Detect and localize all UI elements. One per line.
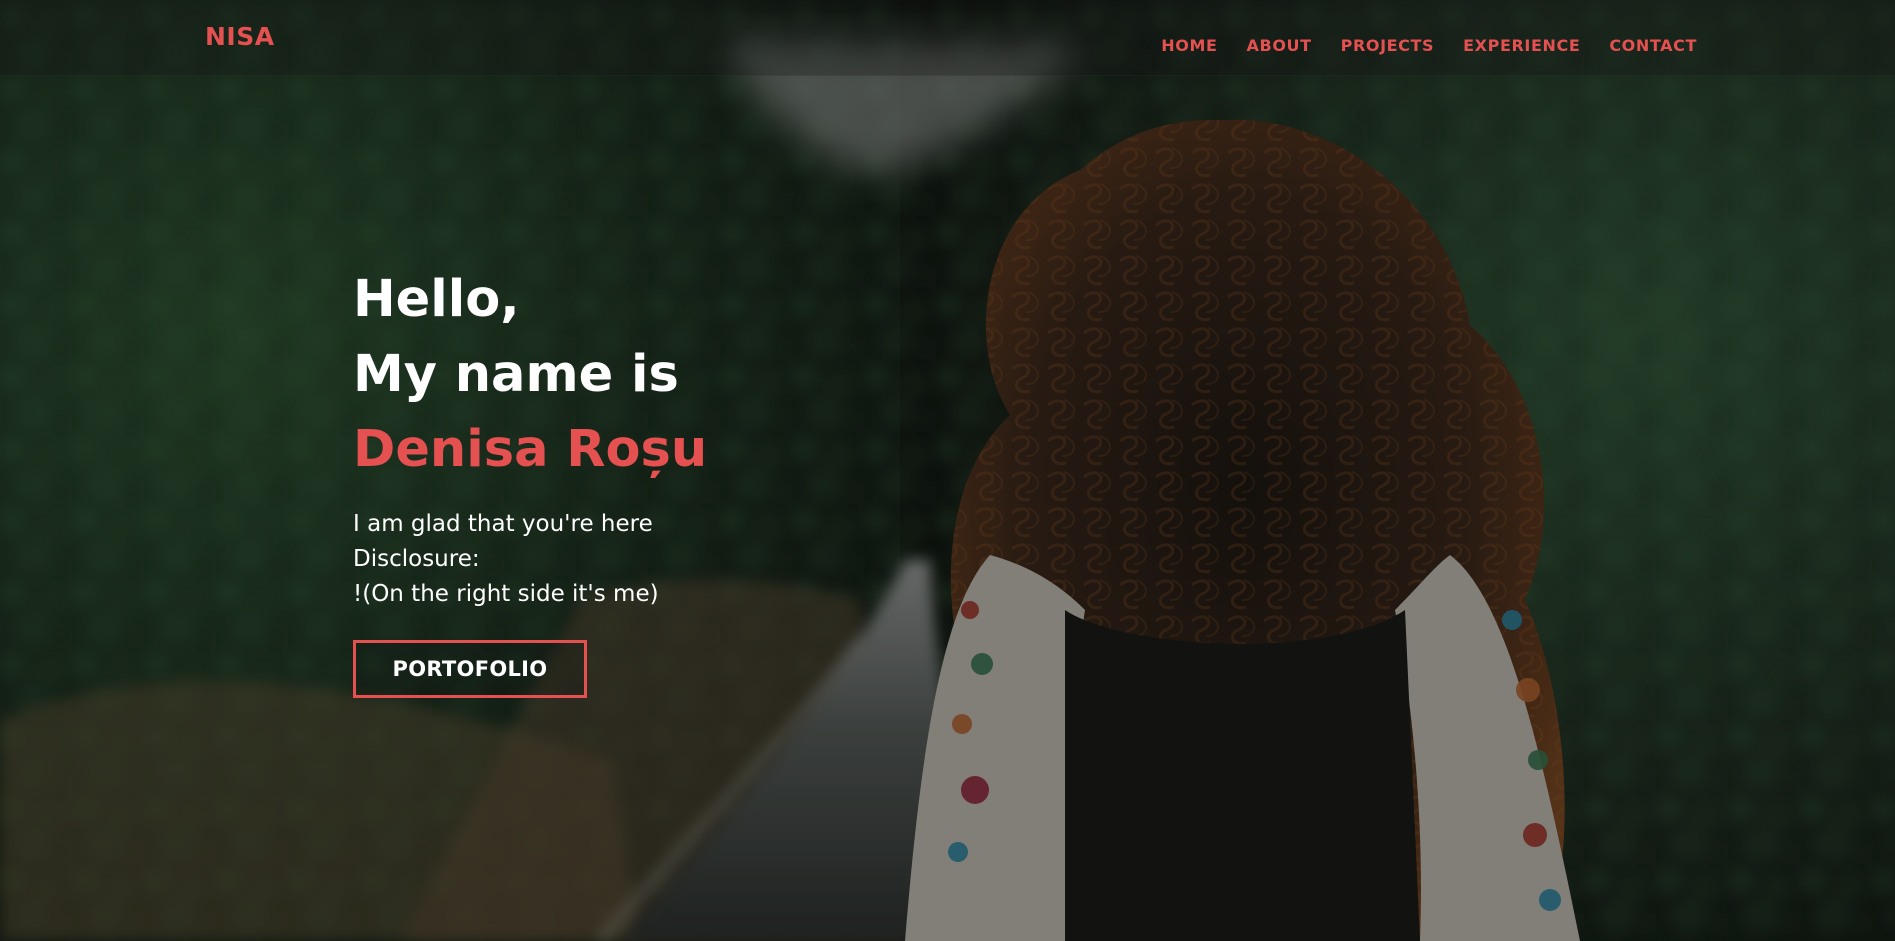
hero-section: NISA HOME ABOUT PROJECTS EXPERIENCE CONT… bbox=[0, 0, 1895, 941]
welcome-message: I am glad that you're here bbox=[353, 511, 653, 537]
nav-item-experience: EXPERIENCE bbox=[1463, 36, 1580, 55]
main-navigation: HOME ABOUT PROJECTS EXPERIENCE CONTACT bbox=[1161, 36, 1697, 55]
nav-about-link[interactable]: ABOUT bbox=[1247, 36, 1312, 55]
nav-projects-link[interactable]: PROJECTS bbox=[1341, 36, 1435, 55]
nav-contact-link[interactable]: CONTACT bbox=[1609, 36, 1697, 55]
hero-intro-line: My name is bbox=[353, 345, 679, 404]
disclosure-label: Disclosure: bbox=[353, 546, 480, 572]
top-navbar: NISA HOME ABOUT PROJECTS EXPERIENCE CONT… bbox=[0, 0, 1895, 76]
nav-item-about: ABOUT bbox=[1247, 36, 1312, 55]
hero-background-photo bbox=[0, 0, 1895, 941]
nav-experience-link[interactable]: EXPERIENCE bbox=[1463, 36, 1580, 55]
nav-item-contact: CONTACT bbox=[1609, 36, 1697, 55]
nav-item-home: HOME bbox=[1161, 36, 1217, 55]
nav-home-link[interactable]: HOME bbox=[1161, 36, 1217, 55]
photo-note: !(On the right side it's me) bbox=[353, 581, 659, 607]
portfolio-button[interactable]: PORTOFOLIO bbox=[353, 640, 587, 698]
hero-name: Denisa Roșu bbox=[353, 420, 708, 479]
brand-logo[interactable]: NISA bbox=[205, 22, 275, 51]
nav-item-projects: PROJECTS bbox=[1341, 36, 1435, 55]
hero-description: I am glad that you're here Disclosure: !… bbox=[353, 507, 873, 612]
hero-intro: Hello, My name is Denisa Roșu I am glad … bbox=[353, 262, 873, 698]
hero-greeting: Hello, bbox=[353, 270, 520, 329]
